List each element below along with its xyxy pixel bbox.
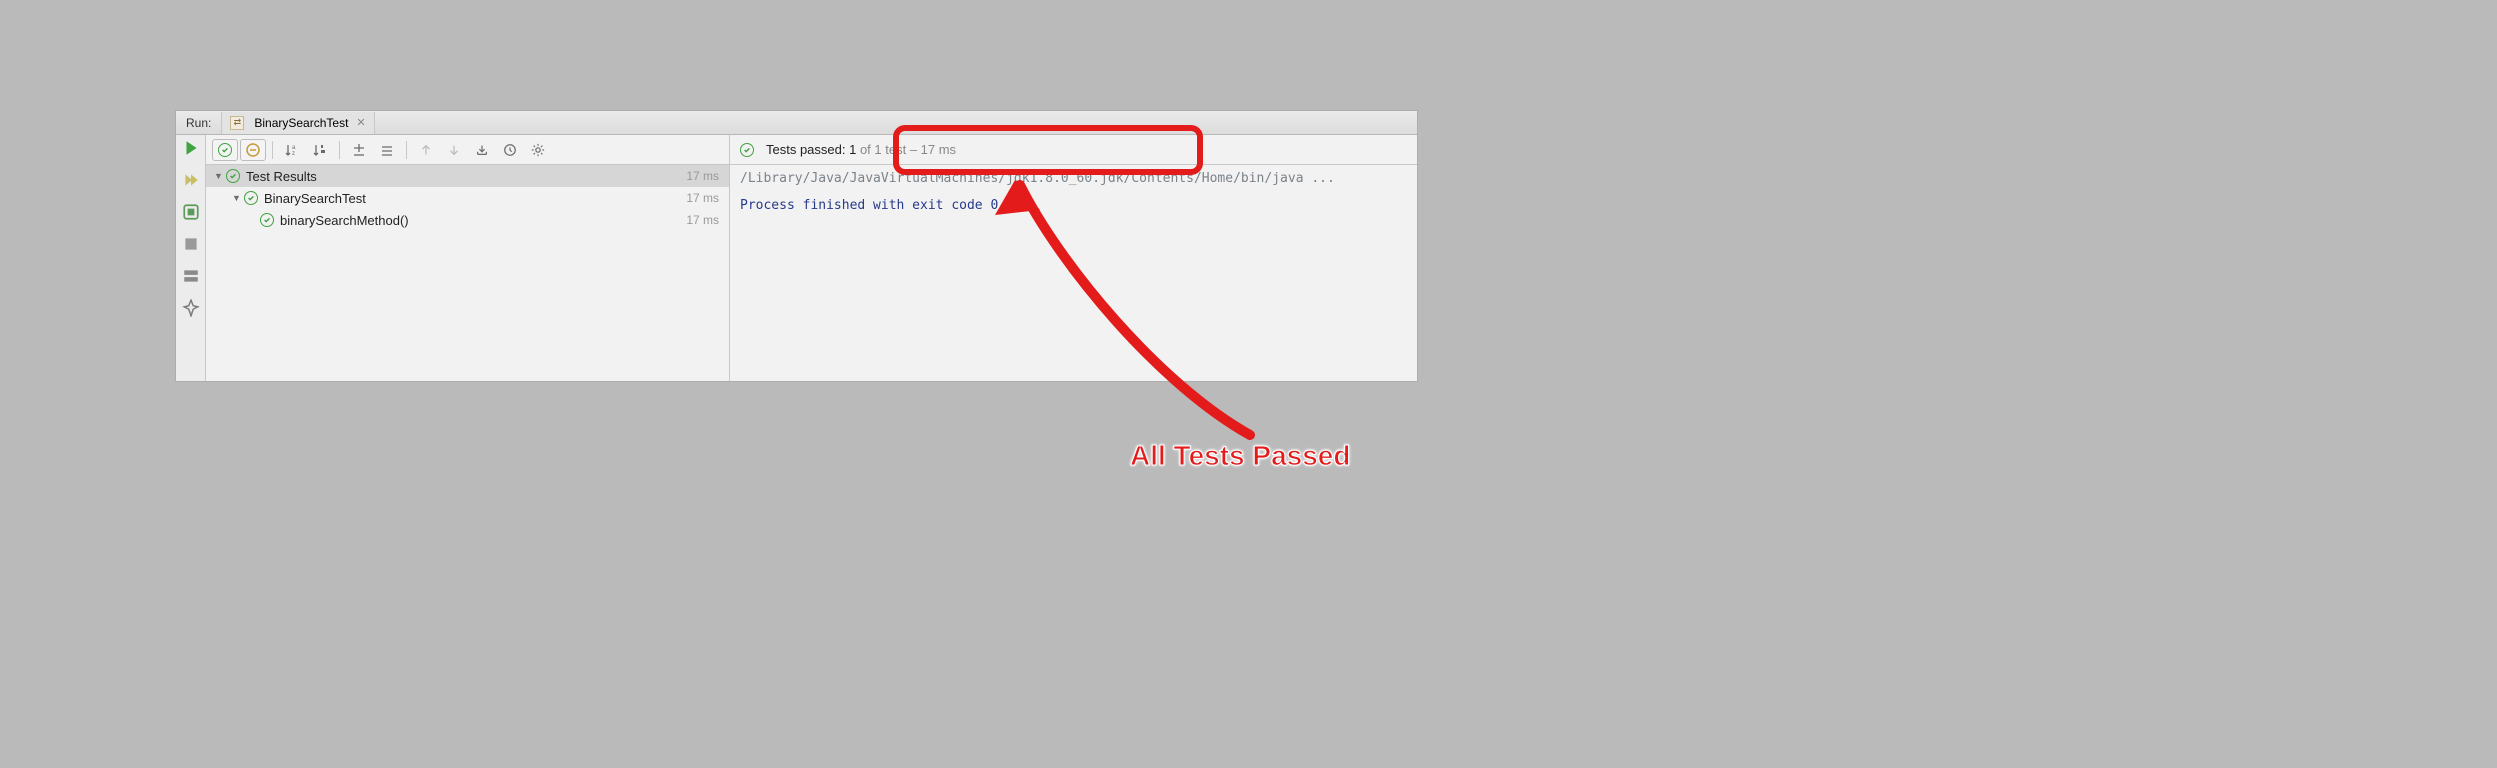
close-icon[interactable]: ✕ — [356, 116, 365, 129]
tree-method-row[interactable]: binarySearchMethod() 17 ms — [206, 209, 729, 231]
console-output[interactable]: /Library/Java/JavaVirtualMachines/jdk1.8… — [730, 165, 1417, 381]
status-text: Tests passed: 1 of 1 test – 17 ms — [766, 142, 956, 157]
pass-icon — [740, 143, 754, 157]
sort-by-duration-button[interactable] — [307, 139, 333, 161]
next-failed-button[interactable] — [441, 139, 467, 161]
run-tool-window: Run: ⇄ BinarySearchTest ✕ — [175, 110, 1418, 382]
console-line: Process finished with exit code 0 — [740, 196, 1407, 217]
run-label: Run: — [176, 116, 221, 130]
svg-text:z: z — [292, 151, 295, 157]
tab-label: BinarySearchTest — [254, 116, 348, 130]
tree-root-row[interactable]: ▼ Test Results 17 ms — [206, 165, 729, 187]
sort-alphabetically-button[interactable]: az — [279, 139, 305, 161]
show-ignored-button[interactable] — [240, 139, 266, 161]
console-line: /Library/Java/JavaVirtualMachines/jdk1.8… — [740, 169, 1407, 190]
rerun-failed-icon[interactable] — [182, 171, 200, 189]
console-pane: Tests passed: 1 of 1 test – 17 ms /Libra… — [730, 135, 1417, 381]
toolbar-separator — [339, 141, 340, 159]
annotation-label: All Tests Passed — [1130, 440, 1350, 472]
toolbar-separator — [272, 141, 273, 159]
pass-icon — [260, 213, 274, 227]
tree-row-time: 17 ms — [686, 169, 719, 183]
layout-icon[interactable] — [182, 267, 200, 285]
chevron-down-icon[interactable]: ▼ — [232, 193, 242, 203]
tree-class-row[interactable]: ▼ BinarySearchTest 17 ms — [206, 187, 729, 209]
tree-row-time: 17 ms — [686, 213, 719, 227]
test-tree-pane: az — [206, 135, 730, 381]
left-gutter — [176, 135, 206, 381]
pass-icon — [226, 169, 240, 183]
pin-icon[interactable] — [182, 299, 200, 317]
tree-row-label: binarySearchMethod() — [280, 213, 686, 228]
export-results-button[interactable] — [469, 139, 495, 161]
tree-row-time: 17 ms — [686, 191, 719, 205]
test-toolbar: az — [206, 135, 729, 165]
toolbar-separator — [406, 141, 407, 159]
tree-row-label: Test Results — [246, 169, 686, 184]
test-tree[interactable]: ▼ Test Results 17 ms ▼ BinarySearchTest … — [206, 165, 729, 381]
test-file-icon: ⇄ — [230, 116, 244, 130]
expand-all-button[interactable] — [346, 139, 372, 161]
tab-binarysearchtest[interactable]: ⇄ BinarySearchTest ✕ — [221, 112, 374, 134]
tree-row-label: BinarySearchTest — [264, 191, 686, 206]
settings-button[interactable] — [525, 139, 551, 161]
show-passed-button[interactable] — [212, 139, 238, 161]
toggle-auto-test-icon[interactable] — [182, 203, 200, 221]
stop-icon[interactable] — [182, 235, 200, 253]
history-button[interactable] — [497, 139, 523, 161]
chevron-down-icon[interactable]: ▼ — [214, 171, 224, 181]
test-status-bar: Tests passed: 1 of 1 test – 17 ms — [730, 135, 1417, 165]
previous-failed-button[interactable] — [413, 139, 439, 161]
run-icon[interactable] — [182, 139, 200, 157]
pass-icon — [244, 191, 258, 205]
collapse-all-button[interactable] — [374, 139, 400, 161]
tabbar: Run: ⇄ BinarySearchTest ✕ — [176, 111, 1417, 135]
